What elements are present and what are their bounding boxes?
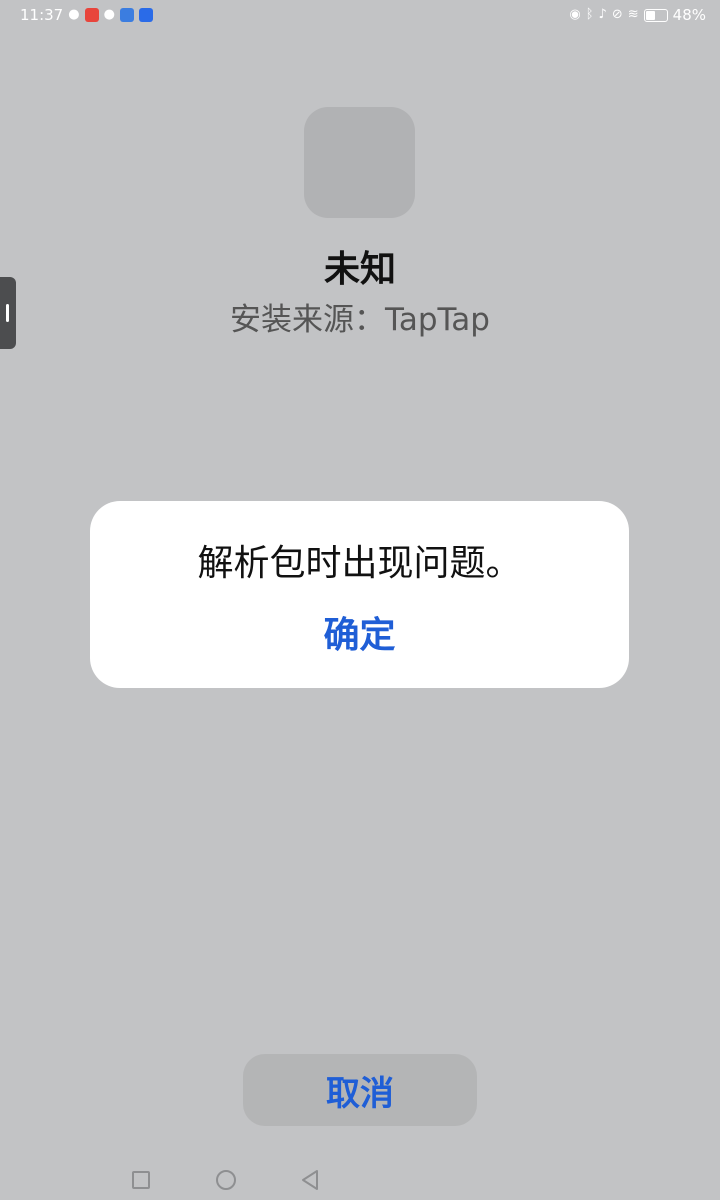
- app-blue-icon: [119, 8, 134, 22]
- app-name: 未知: [323, 249, 396, 290]
- battery-icon: [643, 8, 668, 22]
- app-red-icon: [84, 8, 99, 22]
- wechat-icon: ●: [103, 7, 115, 22]
- back-icon[interactable]: [300, 1169, 320, 1191]
- status-bar-left: 11:37 ● ●: [20, 6, 153, 24]
- app-bolt-icon: [138, 8, 153, 22]
- wifi-icon: ≋: [627, 7, 639, 22]
- status-bar: 11:37 ● ● ◉ ᛒ ♪ ⊘ ≋ 48%: [0, 0, 720, 30]
- home-icon[interactable]: [216, 1170, 236, 1190]
- bluetooth-icon: ᛒ: [585, 7, 594, 22]
- status-time: 11:37: [20, 6, 64, 24]
- status-bar-right: ◉ ᛒ ♪ ⊘ ≋ 48%: [569, 6, 706, 24]
- battery-percent: 48%: [672, 6, 706, 24]
- eye-icon: ◉: [569, 7, 581, 22]
- mute-icon: ⊘: [611, 7, 623, 22]
- cancel-button[interactable]: 取消: [243, 1054, 477, 1126]
- navigation-bar: [0, 1160, 720, 1200]
- recents-icon[interactable]: [132, 1171, 150, 1189]
- error-dialog: 解析包时出现问题。 确定: [90, 501, 629, 688]
- install-source: 安装来源：TapTap: [230, 302, 490, 338]
- app-icon-placeholder: [304, 107, 415, 218]
- mic-icon: ♪: [598, 7, 607, 22]
- ok-button[interactable]: 确定: [323, 611, 395, 661]
- wechat-icon: ●: [68, 7, 80, 22]
- dialog-message: 解析包时出现问题。: [197, 543, 522, 584]
